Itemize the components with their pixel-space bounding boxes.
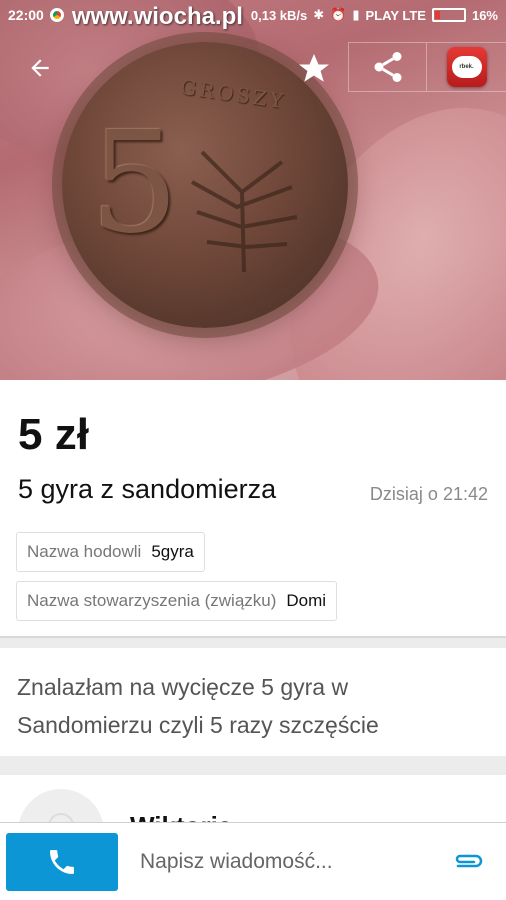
coin-inscription: GROSZY bbox=[178, 74, 288, 114]
eagle-emblem bbox=[191, 150, 298, 273]
app-icon: rbek. bbox=[446, 47, 487, 87]
message-input[interactable] bbox=[130, 837, 440, 887]
param-tag: Nazwa stowarzyszenia (związku) Domi bbox=[16, 581, 338, 621]
action-bar: rbek. bbox=[348, 42, 506, 92]
call-button[interactable] bbox=[6, 833, 118, 891]
phone-icon bbox=[50, 850, 74, 874]
arrow-back-icon bbox=[31, 59, 49, 77]
watermark: www.wiocha.pl bbox=[71, 3, 243, 30]
message-bar bbox=[0, 822, 506, 900]
listing-description: Znalazłam na wycięcze 5 gyra w Sandomier… bbox=[0, 648, 506, 756]
attach-button[interactable] bbox=[448, 845, 488, 879]
listing-date: Dzisiaj o 21:42 bbox=[369, 484, 488, 504]
alarm-icon: ⏰ bbox=[330, 7, 347, 22]
network-speed: 0,13 kB/s bbox=[250, 7, 308, 23]
description-text: Znalazłam na wycięcze 5 gyra w Sandomier… bbox=[17, 674, 379, 738]
app-shortcut-button[interactable]: rbek. bbox=[427, 43, 506, 91]
status-indicators: 0,13 kB/s ✱ ⏰ ▮ PLAY LTE 16% bbox=[251, 7, 498, 23]
battery-icon bbox=[431, 8, 466, 22]
status-time: 22:00 bbox=[8, 7, 44, 23]
paperclip-icon bbox=[455, 854, 483, 868]
share-button[interactable] bbox=[349, 43, 427, 91]
listing-details: 5 zł 5 gyra z sandomierza Dzisiaj o 21:4… bbox=[0, 380, 506, 638]
star-icon bbox=[299, 54, 329, 82]
carrier-label: PLAY LTE bbox=[365, 7, 426, 23]
param-value: Domi bbox=[286, 591, 327, 610]
battery-percent: 16% bbox=[471, 7, 498, 23]
signal-icon: ▮ bbox=[352, 7, 360, 22]
param-key: Nazwa hodowli bbox=[27, 542, 142, 561]
param-key: Nazwa stowarzyszenia (związku) bbox=[27, 591, 277, 610]
screen: 5 GROSZY 22:00 www.wiocha.pl 0,13 kB/s ✱… bbox=[0, 0, 506, 900]
param-tag: Nazwa hodowli 5gyra bbox=[16, 532, 205, 572]
listing-price: 5 zł bbox=[18, 410, 89, 459]
status-bar: 22:00 www.wiocha.pl 0,13 kB/s ✱ ⏰ ▮ PLAY… bbox=[0, 0, 506, 30]
back-button[interactable] bbox=[20, 50, 60, 86]
coin-numeral: 5 bbox=[90, 102, 180, 265]
app-icon-bubble: rbek. bbox=[451, 56, 482, 78]
chrome-icon bbox=[49, 8, 64, 22]
battery-level bbox=[434, 11, 440, 19]
favorite-button[interactable] bbox=[292, 48, 336, 90]
listing-title: 5 gyra z sandomierza bbox=[18, 474, 277, 504]
param-value: 5gyra bbox=[151, 542, 194, 561]
share-icon bbox=[374, 52, 401, 82]
bluetooth-icon: ✱ bbox=[313, 7, 325, 22]
